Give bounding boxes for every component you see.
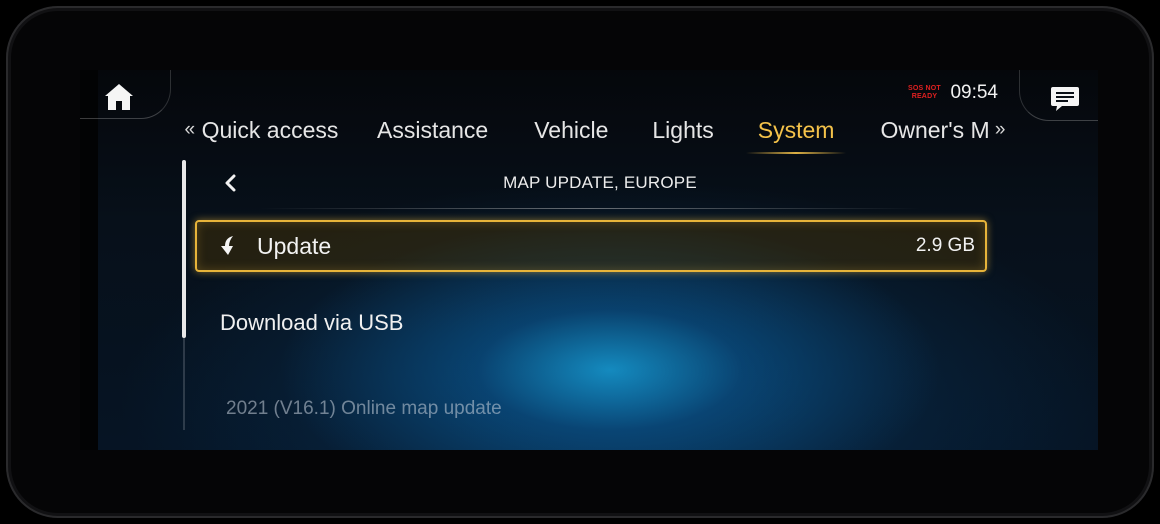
download-via-usb-row[interactable]: Download via USB: [220, 310, 403, 336]
messages-button[interactable]: [1050, 84, 1080, 114]
tabs-scroll-left-button[interactable]: «: [180, 119, 200, 141]
sos-status-line2: READY: [911, 93, 938, 100]
update-size: 2.9 GB: [915, 235, 975, 256]
list-scrollbar-track: [183, 338, 185, 430]
tabs-scroll-right-button[interactable]: »: [990, 119, 1010, 141]
category-tab-bar: « Quick access Assistance Vehicle Lights…: [180, 110, 1010, 154]
list-scrollbar-thumb[interactable]: [182, 160, 186, 338]
message-icon: [1051, 87, 1079, 111]
head-unit-screen: SOS NOT READY 09:54 « Quick access Assis…: [80, 70, 1098, 450]
home-icon: [105, 84, 133, 110]
home-button[interactable]: [98, 76, 140, 118]
left-edge-strip: [80, 70, 98, 450]
chevron-left-icon: [225, 174, 236, 192]
tab-vehicle[interactable]: Vehicle: [534, 117, 608, 144]
version-note: 2021 (V16.1) Online map update: [226, 398, 502, 419]
back-button[interactable]: [216, 168, 244, 198]
update-label: Update: [257, 232, 332, 259]
download-cloud-icon: [217, 233, 243, 259]
page-title: MAP UPDATE, EUROPE: [503, 173, 697, 192]
tab-assistance[interactable]: Assistance: [377, 117, 488, 144]
tab-lights[interactable]: Lights: [652, 117, 713, 144]
tab-quick-access[interactable]: Quick access: [202, 117, 339, 144]
clock: 09:54: [950, 82, 998, 103]
sos-status-badge: SOS NOT READY: [906, 85, 942, 101]
status-area: SOS NOT READY 09:54: [906, 82, 998, 104]
sos-status-line1: SOS NOT: [908, 85, 941, 92]
update-row[interactable]: Update 2.9 GB: [195, 220, 987, 272]
tab-owners-manual[interactable]: Owner's Ma: [880, 117, 988, 144]
title-divider: [260, 208, 920, 209]
tab-system[interactable]: System: [745, 117, 847, 154]
